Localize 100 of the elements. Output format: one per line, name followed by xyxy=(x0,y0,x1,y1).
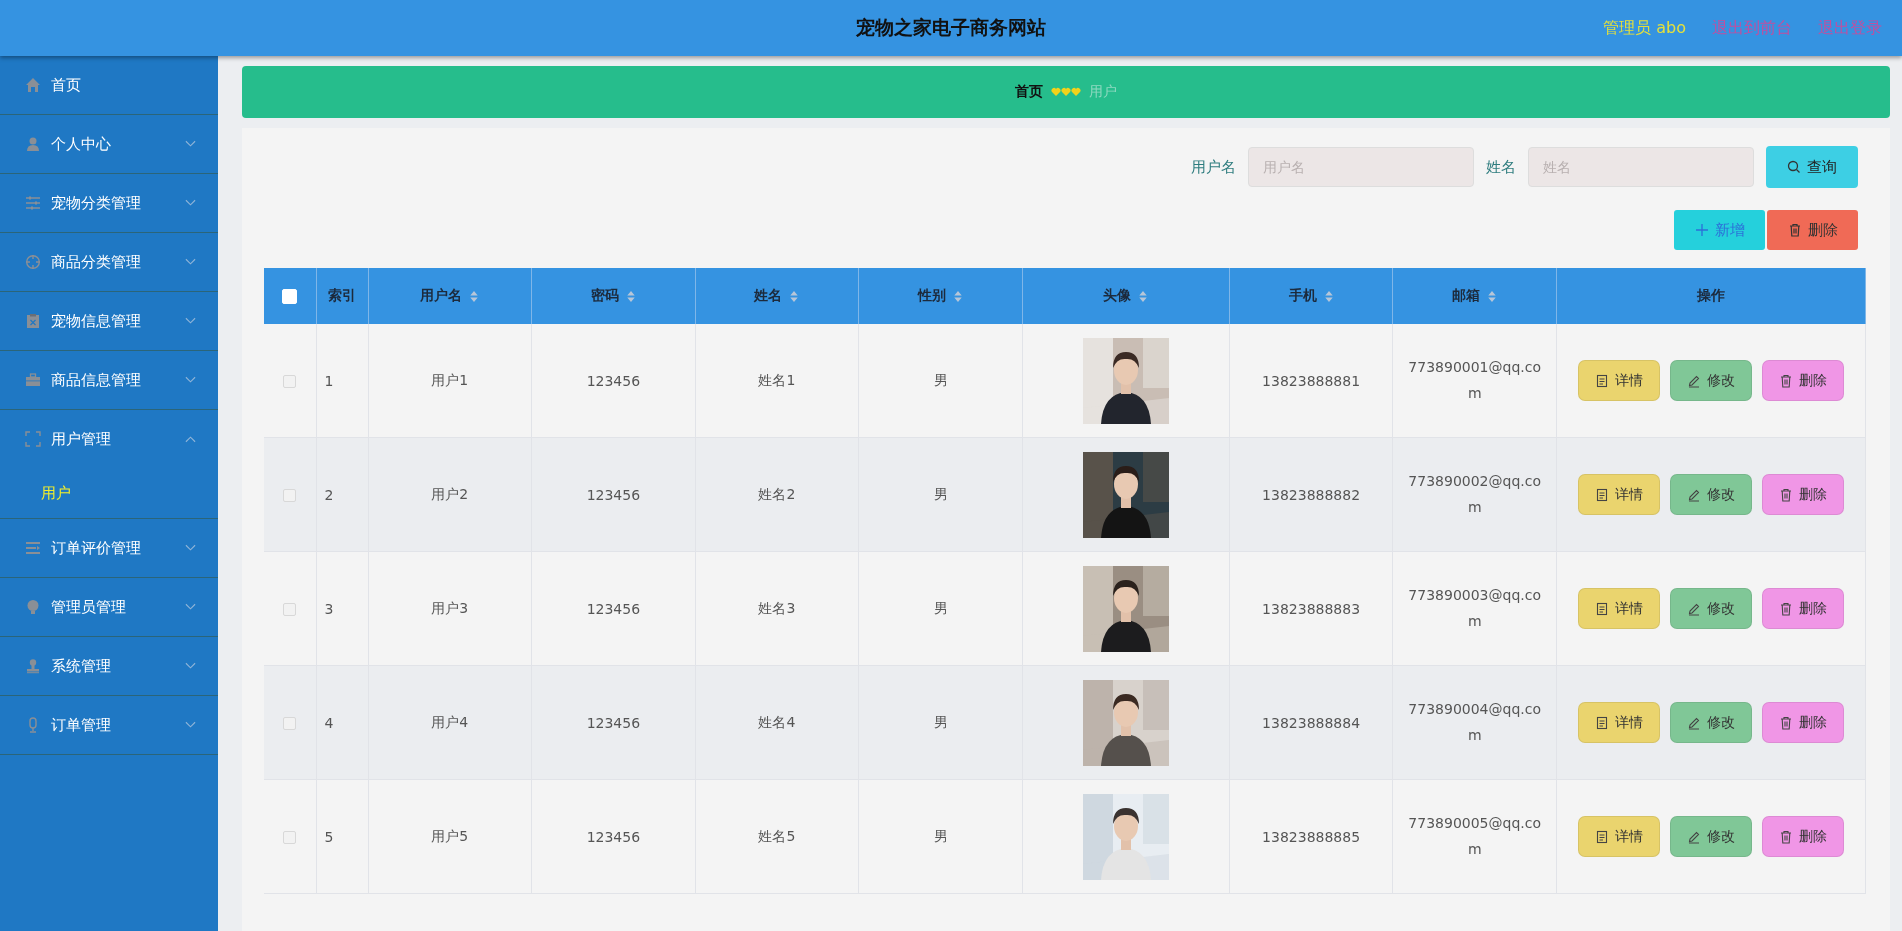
delete-button[interactable]: 删除 xyxy=(1762,702,1844,743)
sidebar-item[interactable]: 商品分类管理 xyxy=(0,233,218,291)
sidebar-item[interactable]: 宠物分类管理 xyxy=(0,174,218,232)
sidebar-item[interactable]: 宠物信息管理 xyxy=(0,292,218,350)
sidebar-subitem[interactable]: 用户 xyxy=(0,468,218,518)
sort-icon[interactable] xyxy=(1323,289,1334,303)
row-checkbox[interactable] xyxy=(283,489,297,502)
sort-icon[interactable] xyxy=(1487,289,1498,303)
trash-icon xyxy=(1779,829,1793,844)
sidebar-item[interactable]: 个人中心 xyxy=(0,115,218,173)
person-icon xyxy=(25,136,41,152)
table-cell: 姓名5 xyxy=(758,827,796,844)
edit-button[interactable]: 修改 xyxy=(1670,702,1752,743)
detail-button[interactable]: 详情 xyxy=(1578,360,1660,401)
table-cell: 男 xyxy=(933,485,948,502)
sidebar-item[interactable]: 管理员管理 xyxy=(0,578,218,636)
edit-button[interactable]: 修改 xyxy=(1670,816,1752,857)
table-cell: 123456 xyxy=(586,828,641,845)
sort-icon[interactable] xyxy=(789,289,800,303)
detail-button[interactable]: 详情 xyxy=(1578,474,1660,515)
table-cell: 123456 xyxy=(586,600,641,617)
table-cell-text: 773890001@qq.com xyxy=(1407,358,1542,403)
table-cell: 用户1 xyxy=(431,371,469,388)
admin-label: 管理员 abo xyxy=(1603,17,1686,39)
bulb-icon xyxy=(25,599,41,615)
table-cell: 13823888883 xyxy=(1262,600,1361,617)
trash-icon xyxy=(1779,715,1793,730)
detail-button[interactable]: 详情 xyxy=(1578,702,1660,743)
row-checkbox[interactable] xyxy=(283,831,297,844)
breadcrumb-item[interactable]: 首页 xyxy=(1015,83,1043,101)
sidebar-item[interactable]: 用户管理 xyxy=(0,410,218,468)
delete-button[interactable]: 删除 xyxy=(1767,210,1858,250)
table-cell: 123456 xyxy=(586,714,641,731)
pencil-icon xyxy=(1687,601,1701,616)
table-cell: 男 xyxy=(933,599,948,616)
trash-icon xyxy=(1787,223,1802,237)
table-cell-text: 773890005@qq.com xyxy=(1407,814,1542,859)
document-icon xyxy=(1595,487,1609,502)
table-cell: 姓名3 xyxy=(758,599,796,616)
field-label: 姓名 xyxy=(1486,157,1516,177)
table-cell: 男 xyxy=(933,371,948,388)
site-title: 宠物之家电子商务网站 xyxy=(856,15,1046,40)
detail-button[interactable]: 详情 xyxy=(1578,816,1660,857)
table-cell: 姓名1 xyxy=(758,371,796,388)
sidebar-item[interactable]: 商品信息管理 xyxy=(0,351,218,409)
stamp-icon xyxy=(25,658,41,674)
column-header: 密码 xyxy=(590,287,619,305)
field-label: 用户名 xyxy=(1191,157,1236,177)
table-cell: 4 xyxy=(324,714,334,731)
sidebar-item[interactable]: 订单评价管理 xyxy=(0,519,218,577)
edit-button[interactable]: 修改 xyxy=(1670,360,1752,401)
table-cell: 13823888882 xyxy=(1262,486,1361,503)
list-icon xyxy=(25,540,41,556)
trash-icon xyxy=(1779,373,1793,388)
pencil-icon xyxy=(1687,373,1701,388)
row-checkbox[interactable] xyxy=(283,603,297,616)
table-cell: 男 xyxy=(933,713,948,730)
table-cell: 123456 xyxy=(586,372,641,389)
column-header: 姓名 xyxy=(754,287,783,305)
edit-button[interactable]: 修改 xyxy=(1670,474,1752,515)
column-header: 头像 xyxy=(1103,287,1132,305)
hearts-separator-icon xyxy=(1051,87,1081,97)
document-icon xyxy=(1595,715,1609,730)
clipboard-icon xyxy=(25,313,41,329)
row-checkbox[interactable] xyxy=(283,375,297,388)
sliders-icon xyxy=(25,195,41,211)
frame-icon xyxy=(25,431,41,447)
document-icon xyxy=(1595,601,1609,616)
table-cell: 用户4 xyxy=(431,713,469,730)
sidebar-item[interactable]: 系统管理 xyxy=(0,637,218,695)
table-cell: 姓名4 xyxy=(758,713,796,730)
sort-icon[interactable] xyxy=(953,289,963,303)
table-cell: 13823888881 xyxy=(1262,372,1361,389)
table-cell: 13823888884 xyxy=(1262,714,1361,731)
trash-icon xyxy=(1779,601,1793,616)
detail-button[interactable]: 详情 xyxy=(1578,588,1660,629)
select-all-checkbox[interactable] xyxy=(282,289,298,305)
table-cell: 13823888885 xyxy=(1262,828,1361,845)
table-cell: 5 xyxy=(324,828,334,845)
column-header: 性别 xyxy=(918,287,946,305)
column-header: 操作 xyxy=(1697,287,1725,305)
table-cell-text: 773890004@qq.com xyxy=(1407,700,1542,745)
table-cell: 用户3 xyxy=(431,599,469,616)
sidebar-item[interactable]: 订单管理 xyxy=(0,696,218,754)
row-checkbox[interactable] xyxy=(283,717,297,730)
sort-icon[interactable] xyxy=(625,289,636,303)
sort-icon[interactable] xyxy=(1138,289,1149,303)
sidebar-item[interactable]: 首页 xyxy=(0,56,218,114)
delete-button[interactable]: 删除 xyxy=(1762,816,1844,857)
column-header: 用户名 xyxy=(420,287,463,305)
delete-button[interactable]: 删除 xyxy=(1762,360,1844,401)
search-button[interactable]: 查询 xyxy=(1766,146,1858,188)
search-icon xyxy=(1787,160,1801,174)
document-icon xyxy=(1595,373,1609,388)
sort-icon[interactable] xyxy=(469,289,480,303)
table-cell: 姓名2 xyxy=(758,485,796,502)
delete-button[interactable]: 删除 xyxy=(1762,474,1844,515)
pencil-icon xyxy=(1687,829,1701,844)
delete-button[interactable]: 删除 xyxy=(1762,588,1844,629)
edit-button[interactable]: 修改 xyxy=(1670,588,1752,629)
